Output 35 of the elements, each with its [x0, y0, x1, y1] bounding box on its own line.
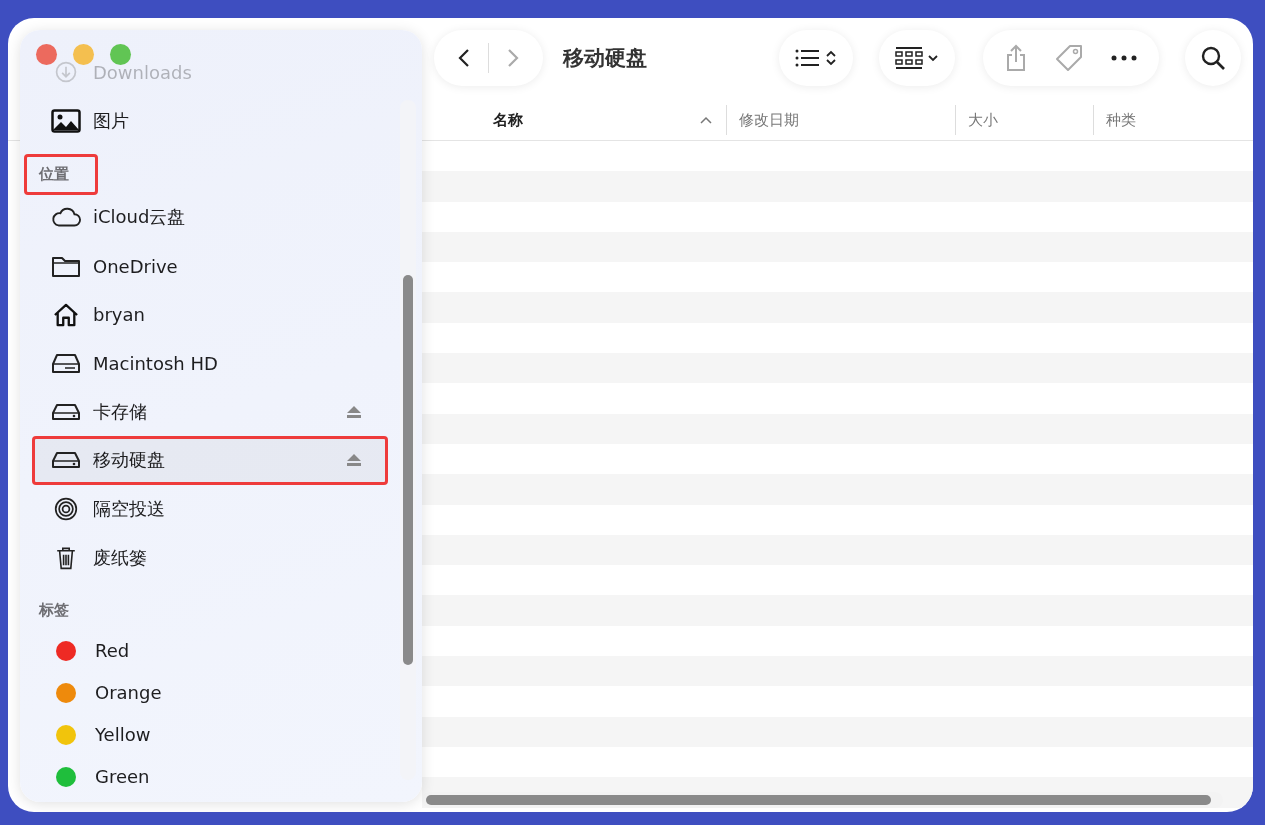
scrollbar-thumb[interactable]	[403, 275, 413, 665]
folder-icon	[51, 254, 81, 279]
sidebar-item[interactable]: 图片	[32, 96, 388, 146]
search-icon	[1200, 45, 1226, 71]
sidebar-item[interactable]: OneDrive	[32, 241, 388, 291]
scrollbar-thumb[interactable]	[426, 795, 1211, 805]
sidebar-item[interactable]: Macintosh HD	[32, 338, 388, 388]
sidebar-item[interactable]: iCloud云盘	[32, 193, 388, 242]
minimize-button[interactable]	[73, 44, 94, 65]
sidebar-item[interactable]: 废纸篓	[32, 533, 388, 582]
close-button[interactable]	[36, 44, 57, 65]
grid-icon	[895, 47, 939, 69]
column-header[interactable]: 种类	[1105, 110, 1136, 130]
section-header: 位置	[24, 153, 98, 195]
sidebar-item[interactable]: Yellow	[32, 713, 388, 756]
sidebar-item[interactable]: Orange	[32, 671, 388, 714]
sidebar-item[interactable]: Red	[32, 629, 388, 672]
eject-icon[interactable]	[347, 405, 361, 418]
column-header[interactable]: 大小	[968, 110, 999, 130]
chevron-left-icon	[458, 48, 470, 68]
house-icon	[51, 302, 81, 327]
chevron-right-icon	[507, 48, 519, 68]
section-header: 标签	[37, 600, 70, 622]
eject-icon[interactable]	[347, 454, 361, 467]
sidebar-item[interactable]: Green	[32, 755, 388, 798]
zoom-button[interactable]	[110, 44, 131, 65]
column-header[interactable]: 名称	[493, 110, 523, 130]
sidebar-item[interactable]: bryan	[32, 290, 388, 339]
column-header[interactable]: 修改日期	[738, 110, 799, 130]
list-icon	[795, 48, 837, 68]
sidebar-item[interactable]: 移动硬盘	[32, 436, 388, 485]
sidebar-item[interactable]: 卡存储	[32, 387, 388, 437]
sidebar-item[interactable]: 隔空投送	[32, 484, 388, 534]
window-title: 移动硬盘	[563, 45, 647, 72]
picture-icon	[51, 108, 81, 133]
